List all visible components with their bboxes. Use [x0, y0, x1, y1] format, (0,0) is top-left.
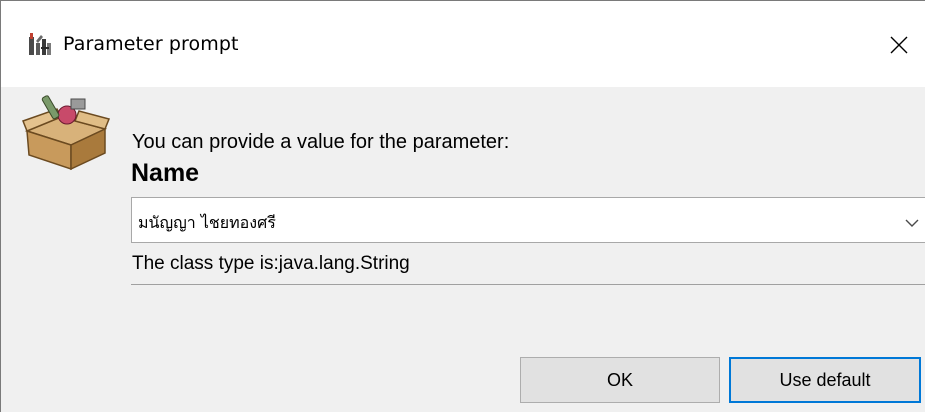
ok-button[interactable]: OK — [520, 357, 720, 403]
separator — [131, 284, 925, 285]
class-type-label: The class type is:java.lang.String — [132, 253, 410, 274]
parameter-prompt-dialog: Parameter prompt You can provide a value… — [0, 0, 925, 412]
parameter-name: Name — [131, 159, 200, 187]
window-title: Parameter prompt — [63, 33, 239, 55]
title-bar: Parameter prompt — [1, 1, 925, 87]
use-default-button[interactable]: Use default — [729, 357, 921, 403]
open-box-icon — [21, 93, 111, 171]
parameter-value-text: มนัญญา ไชยทองศรี — [138, 213, 276, 232]
prompt-label: You can provide a value for the paramete… — [132, 131, 510, 153]
dialog-content: You can provide a value for the paramete… — [1, 87, 925, 413]
app-icon — [27, 31, 53, 57]
chevron-down-icon[interactable] — [905, 215, 919, 233]
close-button[interactable] — [877, 23, 921, 67]
parameter-value-combobox[interactable]: มนัญญา ไชยทองศรี — [131, 197, 925, 243]
